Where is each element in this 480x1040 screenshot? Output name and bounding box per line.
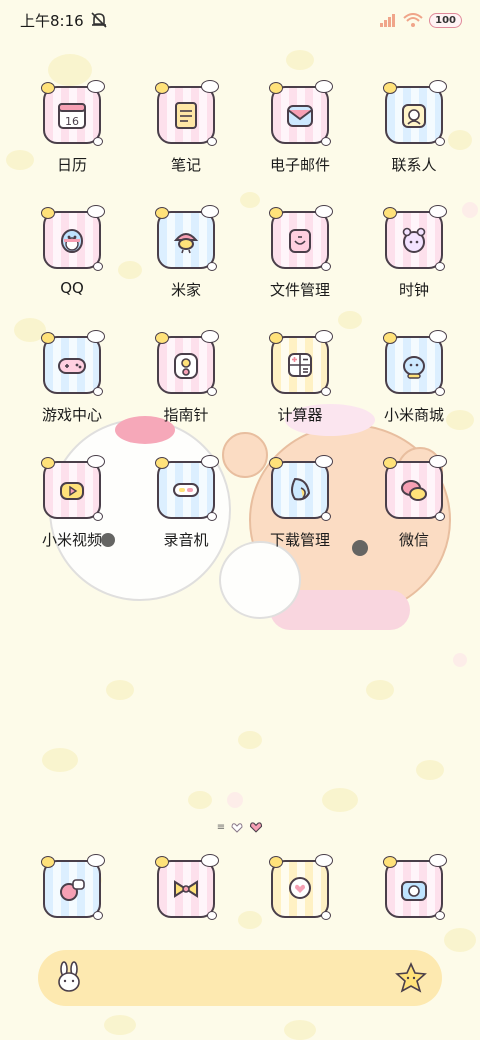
app-label: 笔记: [170, 156, 201, 174]
star-face-icon[interactable]: [394, 961, 428, 995]
page-indicator[interactable]: ≡: [0, 822, 480, 833]
app-label: 日历: [56, 156, 87, 174]
compass-icon: [174, 353, 198, 379]
gamepad-icon: [58, 358, 86, 374]
page-indicator-menu-icon: ≡: [216, 822, 226, 833]
app-mi-store[interactable]: 小米商城: [357, 330, 471, 431]
svg-text:16: 16: [65, 115, 79, 128]
status-bar: 上午8:16 100: [0, 0, 480, 40]
notes-icon: [175, 102, 197, 129]
app-clock-tile: [383, 205, 447, 271]
recorder-icon: [173, 483, 199, 497]
app-download-manager[interactable]: 下载管理: [243, 455, 357, 556]
dock-app-messages[interactable]: [243, 854, 357, 922]
qq-penguin-icon: [61, 229, 83, 253]
messages-icon: [289, 877, 311, 899]
search-bar[interactable]: [38, 950, 442, 1006]
dock-app-camera[interactable]: [357, 854, 471, 922]
app-game-center-tile: [41, 330, 105, 396]
app-label: 下载管理: [269, 531, 330, 549]
email-icon: [287, 105, 313, 127]
dock-gallery-tile: [41, 854, 105, 920]
theme-bow-icon: [174, 880, 198, 898]
app-compass-tile: [155, 330, 219, 396]
app-calculator[interactable]: 计算器: [243, 330, 357, 431]
app-wechat-tile: [383, 455, 447, 521]
app-label: 计算器: [277, 406, 323, 424]
app-mijia[interactable]: 米家: [129, 205, 243, 306]
mi-store-icon: [403, 356, 425, 379]
contacts-icon: [402, 104, 426, 128]
app-label: 游戏中心: [41, 406, 102, 424]
app-label: QQ: [60, 279, 84, 297]
page-dot-heart-active-icon: [250, 822, 263, 833]
app-file-manager-tile: [269, 205, 333, 271]
app-download-manager-tile: [269, 455, 333, 521]
app-mi-video-tile: [41, 455, 105, 521]
calculator-icon: [288, 353, 312, 377]
app-label: 文件管理: [269, 281, 330, 299]
signal-icon: [380, 14, 396, 27]
app-email[interactable]: 电子邮件: [243, 80, 357, 181]
app-file-manager[interactable]: 文件管理: [243, 205, 357, 306]
page-dot-heart-icon: [231, 822, 243, 833]
app-label: 时钟: [398, 281, 429, 299]
app-label: 联系人: [391, 156, 437, 174]
status-time: 上午8:16: [20, 11, 84, 30]
wechat-icon: [401, 480, 427, 501]
app-compass[interactable]: 指南针: [129, 330, 243, 431]
dock-app-themes[interactable]: [129, 854, 243, 922]
app-game-center[interactable]: 游戏中心: [15, 330, 129, 431]
app-mi-video[interactable]: 小米视频: [15, 455, 129, 556]
app-contacts-tile: [383, 80, 447, 146]
app-notes-tile: [155, 80, 219, 146]
app-calendar-tile: 16: [41, 80, 105, 146]
clock-icon: [402, 227, 426, 253]
app-label: 微信: [398, 531, 429, 549]
app-calendar[interactable]: 16 日历: [15, 80, 129, 181]
app-mi-store-tile: [383, 330, 447, 396]
download-icon: [291, 477, 311, 501]
app-label: 录音机: [163, 531, 209, 549]
dock-themes-tile: [155, 854, 219, 920]
battery-indicator: 100: [429, 12, 462, 28]
app-mijia-tile: [155, 205, 219, 271]
dock-app-gallery[interactable]: [15, 854, 129, 922]
app-label: 米家: [170, 281, 201, 299]
dock-camera-tile: [383, 854, 447, 920]
app-email-tile: [269, 80, 333, 146]
app-notes[interactable]: 笔记: [129, 80, 243, 181]
app-clock[interactable]: 时钟: [357, 205, 471, 306]
wifi-icon: [403, 13, 423, 27]
camera-icon: [401, 881, 427, 901]
mijia-icon: [173, 233, 199, 254]
gallery-icon: [60, 879, 85, 901]
app-label: 小米商城: [383, 406, 444, 424]
app-calculator-tile: [269, 330, 333, 396]
app-recorder[interactable]: 录音机: [129, 455, 243, 556]
app-qq[interactable]: QQ: [15, 205, 129, 306]
dock-messages-tile: [269, 854, 333, 920]
app-contacts[interactable]: 联系人: [357, 80, 471, 181]
dock: [15, 854, 471, 922]
app-label: 小米视频: [41, 531, 102, 549]
app-label: 电子邮件: [269, 156, 330, 174]
calendar-icon: 16: [58, 103, 86, 129]
bunny-icon: [58, 961, 80, 992]
file-manager-icon: [289, 229, 311, 253]
app-qq-tile: [41, 205, 105, 271]
app-grid: 16 日历 笔记 电子邮件 联系人 QQ 米家 文件管理 时钟 游戏中心 指南针…: [15, 80, 471, 556]
notification-muted-icon: [91, 12, 107, 28]
app-label: 指南针: [163, 406, 209, 424]
app-wechat[interactable]: 微信: [357, 455, 471, 556]
video-icon: [60, 482, 84, 500]
app-recorder-tile: [155, 455, 219, 521]
